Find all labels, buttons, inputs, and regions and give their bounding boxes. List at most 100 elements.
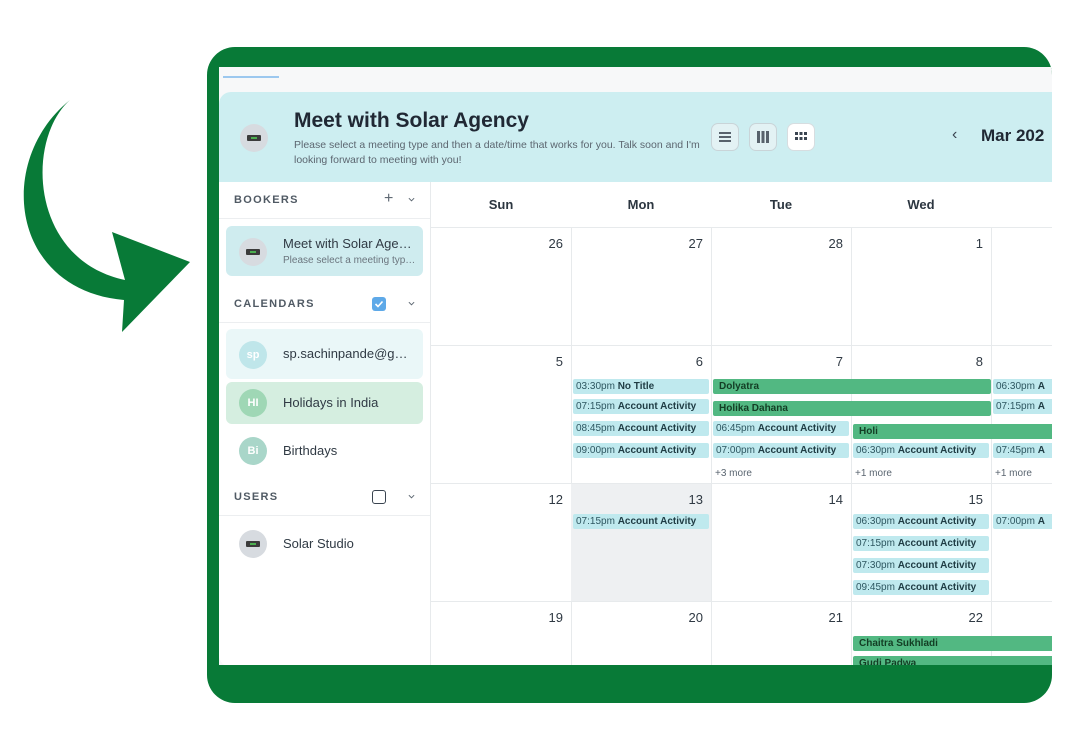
calendar-avatar: Bi xyxy=(239,437,267,465)
day-cell[interactable]: 5 xyxy=(431,346,572,484)
user-item[interactable]: Solar Studio xyxy=(226,523,423,565)
day-cell[interactable] xyxy=(991,484,1052,602)
event-chip[interactable]: 07:15pm A xyxy=(993,399,1052,414)
chevron-down-icon[interactable] xyxy=(408,196,415,203)
day-cell[interactable]: 12 xyxy=(431,484,572,602)
day-cell[interactable]: 14 xyxy=(711,484,852,602)
day-cell[interactable]: 26 xyxy=(431,228,572,346)
curved-arrow-icon xyxy=(23,100,190,332)
event-chip[interactable]: 07:45pm A xyxy=(993,443,1052,458)
bookers-section-header: BOOKERS + xyxy=(219,182,430,219)
users-title: USERS xyxy=(234,491,279,503)
month-view-button[interactable] xyxy=(787,123,815,151)
day-number: 22 xyxy=(968,610,983,625)
day-number: 20 xyxy=(688,610,703,625)
bookers-title: BOOKERS xyxy=(234,194,299,206)
event-chip[interactable]: 09:00pm Account Activity xyxy=(573,443,709,458)
add-booker-button[interactable]: + xyxy=(384,190,393,208)
day-cell[interactable]: 21 xyxy=(711,602,852,665)
event-chip[interactable]: 07:00pm Account Activity xyxy=(713,443,849,458)
event-chip[interactable]: 07:00pm A xyxy=(993,514,1052,529)
booker-logo xyxy=(239,238,267,266)
logo-mark-icon xyxy=(247,135,261,141)
page-subtitle: Please select a meeting type and then a … xyxy=(294,139,700,166)
logo-mark-icon xyxy=(246,249,260,255)
day-number: 13 xyxy=(688,492,703,507)
day-number: 6 xyxy=(695,354,703,369)
scheduler-card: Meet with Solar Agency Please select a m… xyxy=(219,92,1052,665)
booker-subtitle: Please select a meeting type and then a … xyxy=(283,255,418,266)
day-number: 21 xyxy=(828,610,843,625)
event-chip[interactable]: 07:15pm Account Activity xyxy=(573,514,709,529)
calendar-avatar: sp xyxy=(239,341,267,369)
sidebar: BOOKERS + Meet with Solar Agency Please … xyxy=(219,182,431,665)
calendars-checkbox[interactable] xyxy=(372,297,386,311)
event-chip[interactable]: 06:30pm A xyxy=(993,379,1052,394)
more-events-link[interactable]: +1 more xyxy=(995,468,1032,479)
calendars-title: CALENDARS xyxy=(234,298,315,310)
logo-mark-icon xyxy=(246,541,260,547)
grid-view-icon xyxy=(795,132,807,140)
holiday-event[interactable]: Dolyatra xyxy=(713,379,991,394)
calendars-section-header: CALENDARS xyxy=(219,286,430,323)
day-number: 27 xyxy=(688,236,703,251)
calendar-label: sp.sachinpande@gmail.com xyxy=(283,346,418,361)
day-cell[interactable]: 19 xyxy=(431,602,572,665)
day-header: Mon xyxy=(627,197,655,212)
event-chip[interactable]: 09:45pm Account Activity xyxy=(853,580,989,595)
calendar-label: Holidays in India xyxy=(283,395,379,410)
holiday-event[interactable]: Holika Dahana xyxy=(713,401,991,416)
calendar-label: Birthdays xyxy=(283,443,338,458)
day-cell[interactable] xyxy=(991,346,1052,484)
day-number: 5 xyxy=(555,354,563,369)
users-checkbox[interactable] xyxy=(372,490,386,504)
event-chip[interactable]: 08:45pm Account Activity xyxy=(573,421,709,436)
day-cell[interactable]: 1 xyxy=(851,228,992,346)
event-chip[interactable]: 06:30pm Account Activity xyxy=(853,514,989,529)
chevron-down-icon[interactable] xyxy=(408,300,415,307)
chevron-down-icon[interactable] xyxy=(408,493,415,500)
event-chip[interactable]: 06:30pm Account Activity xyxy=(853,443,989,458)
calendar-item-holidays[interactable]: HI Holidays in India xyxy=(226,382,423,424)
calendar-item-gmail[interactable]: sp sp.sachinpande@gmail.com xyxy=(226,329,423,379)
checkmark-icon xyxy=(374,300,384,308)
day-number: 28 xyxy=(828,236,843,251)
day-number: 7 xyxy=(835,354,843,369)
more-events-link[interactable]: +3 more xyxy=(715,468,752,479)
day-cell[interactable]: 28 xyxy=(711,228,852,346)
day-cell[interactable]: 27 xyxy=(571,228,712,346)
event-chip[interactable]: 07:15pm Account Activity xyxy=(853,536,989,551)
current-month-label: Mar 202 xyxy=(981,126,1045,145)
day-number: 8 xyxy=(975,354,983,369)
day-cell[interactable] xyxy=(991,228,1052,346)
day-number: 26 xyxy=(548,236,563,251)
day-number: 14 xyxy=(828,492,843,507)
event-chip[interactable]: 03:30pm No Title xyxy=(573,379,709,394)
event-chip[interactable]: 07:30pm Account Activity xyxy=(853,558,989,573)
list-view-button[interactable] xyxy=(711,123,739,151)
screenshot-frame: Meet with Solar Agency Please select a m… xyxy=(207,47,1052,703)
day-cell[interactable]: 20 xyxy=(571,602,712,665)
calendar-item-birthdays[interactable]: Bi Birthdays xyxy=(226,430,423,472)
list-view-icon xyxy=(719,132,731,142)
day-cell[interactable]: 6 xyxy=(571,346,712,484)
holiday-event[interactable]: Chaitra Sukhladi xyxy=(853,636,1052,651)
holiday-event[interactable]: Gudi Padwa xyxy=(853,656,1052,665)
active-tab-indicator xyxy=(223,76,279,78)
day-header: Tue xyxy=(769,197,793,212)
calendar-avatar: HI xyxy=(239,389,267,417)
app-window: Meet with Solar Agency Please select a m… xyxy=(219,67,1052,665)
month-grid: Sun Mon Tue Wed 26 27 28 1 5 6 7 8 12 13… xyxy=(431,182,1052,665)
booking-header: Meet with Solar Agency Please select a m… xyxy=(219,92,1052,182)
day-number: 1 xyxy=(975,236,983,251)
event-chip[interactable]: 07:15pm Account Activity xyxy=(573,399,709,414)
holiday-event[interactable]: Holi xyxy=(853,424,1052,439)
week-view-button[interactable] xyxy=(749,123,777,151)
day-cell-today[interactable]: 13 xyxy=(571,484,712,602)
previous-month-button[interactable]: ‹ xyxy=(952,126,957,144)
event-chip[interactable]: 06:45pm Account Activity xyxy=(713,421,849,436)
more-events-link[interactable]: +1 more xyxy=(855,468,892,479)
booker-item[interactable]: Meet with Solar Agency Please select a m… xyxy=(226,226,423,276)
brand-logo xyxy=(240,124,268,152)
user-logo xyxy=(239,530,267,558)
